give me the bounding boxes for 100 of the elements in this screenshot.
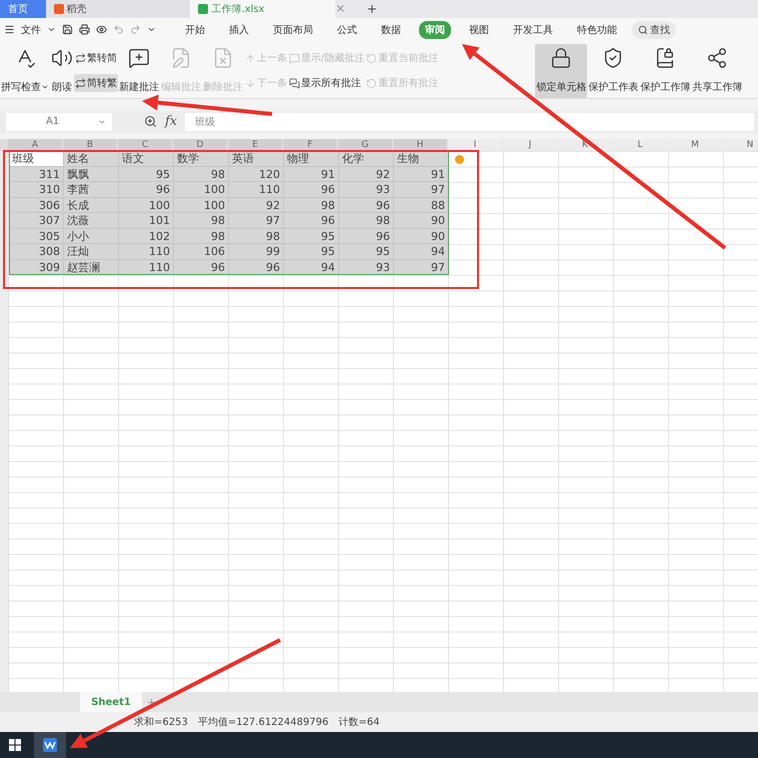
table-cell: 305 [9, 228, 64, 244]
column-header[interactable]: E [228, 138, 283, 152]
table-cell: 88 [394, 198, 449, 214]
table-cell: 100 [174, 198, 229, 214]
ribbon-tab[interactable]: 数据 [375, 20, 407, 39]
document-tab[interactable]: 工作簿.xlsx [190, 0, 336, 18]
comment-icon [289, 52, 300, 64]
column-header[interactable]: A [8, 138, 63, 152]
ribbon-tab[interactable]: 审阅 [419, 20, 451, 39]
ribbon-button[interactable]: 拼写检查 [0, 44, 50, 98]
table-cell: 98 [174, 213, 229, 229]
table-cell: 96 [339, 198, 394, 214]
lock-icon [550, 46, 572, 69]
ribbon-button[interactable]: 繁转简 [74, 49, 118, 68]
column-header[interactable]: N [723, 138, 758, 152]
table-cell: 小小 [64, 228, 119, 244]
table-cell: 96 [284, 182, 339, 198]
table-cell: 308 [9, 244, 64, 260]
table-cell: 96 [339, 228, 394, 244]
table-cell: 飘飘 [64, 166, 119, 182]
zoom-icon[interactable] [144, 115, 157, 128]
table-cell: 99 [229, 244, 284, 260]
preview-icon[interactable] [96, 24, 107, 36]
ribbon-button[interactable]: 新建批注 [118, 44, 160, 98]
convert-icon [75, 52, 86, 64]
ribbon-button[interactable]: 保护工作簿 [639, 44, 692, 98]
ribbon-button[interactable]: 共享工作簿 [691, 44, 744, 98]
ribbon-button[interactable]: 保护工作表 [587, 44, 640, 98]
column-header[interactable]: I [448, 138, 503, 152]
table-cell: 101 [119, 213, 174, 229]
status-text: 求和=6253 [134, 716, 188, 730]
table-cell: 100 [174, 182, 229, 198]
table-cell: 95 [339, 244, 394, 260]
column-header[interactable]: D [173, 138, 228, 152]
ribbon-tab[interactable]: 插入 [223, 20, 255, 39]
table-cell: 102 [119, 228, 174, 244]
table-cell: 106 [174, 244, 229, 260]
ribbon-tab[interactable]: 公式 [331, 20, 363, 39]
table-cell: 英语 [229, 151, 284, 167]
formula-field[interactable]: 班级 [185, 112, 754, 131]
document-tab[interactable]: 首页 [0, 0, 46, 18]
app-logo-icon [43, 738, 57, 752]
table-cell: 物理 [284, 151, 339, 167]
ribbon-tab[interactable]: 页面布局 [267, 20, 319, 39]
table-cell: 94 [394, 244, 449, 260]
table-cell: 91 [284, 166, 339, 182]
status-text: 计数=64 [338, 716, 380, 730]
column-header[interactable]: L [613, 138, 668, 152]
save-icon[interactable] [62, 24, 73, 36]
ribbon-tab[interactable]: 开始 [179, 20, 211, 39]
column-header[interactable]: C [118, 138, 173, 152]
function-label[interactable]: fx [165, 114, 178, 130]
new-tab-icon[interactable] [366, 2, 378, 15]
column-header[interactable]: G [338, 138, 393, 152]
table-cell: 98 [339, 213, 394, 229]
table-cell: 95 [284, 228, 339, 244]
table-cell: 311 [9, 166, 64, 182]
table-cell: 97 [394, 182, 449, 198]
table-cell: 110 [119, 244, 174, 260]
table-cell: 100 [119, 198, 174, 214]
table-cell: 95 [119, 166, 174, 182]
taskbar-app[interactable] [34, 732, 66, 758]
printer-icon[interactable] [79, 24, 90, 36]
column-header[interactable]: F [283, 138, 338, 152]
ribbon-tab[interactable]: 特色功能 [571, 20, 623, 39]
table-cell: 化学 [339, 151, 394, 167]
share-icon [706, 46, 728, 69]
table-cell: 沈薇 [64, 213, 119, 229]
name-box[interactable]: A1 [6, 112, 112, 131]
ribbon-button[interactable]: 朗读 [50, 44, 74, 98]
windows-logo-icon[interactable] [9, 739, 21, 752]
table-cell: 120 [229, 166, 284, 182]
table-cell: 90 [394, 213, 449, 229]
table-cell: 93 [339, 182, 394, 198]
ribbon-tab[interactable]: 开发工具 [507, 20, 559, 39]
search-icon [638, 24, 648, 35]
table-cell: 98 [174, 228, 229, 244]
menu-icon[interactable] [4, 24, 15, 36]
table-cell: 96 [119, 182, 174, 198]
ribbon-tab[interactable]: 视图 [463, 20, 495, 39]
reset-icon [366, 52, 378, 64]
column-header[interactable]: B [63, 138, 118, 152]
column-header[interactable]: H [393, 138, 448, 152]
column-header[interactable]: J [503, 138, 558, 152]
search-field[interactable]: 查找 [632, 20, 676, 39]
file-menu[interactable]: 文件 [21, 22, 41, 37]
table-cell: 97 [229, 213, 284, 229]
document-tab[interactable]: 稻壳 [46, 0, 190, 18]
ribbon-button[interactable]: 显示所有批注 [288, 74, 366, 92]
close-icon[interactable] [335, 3, 346, 14]
table-cell: 98 [174, 166, 229, 182]
spreadsheet-icon [198, 4, 208, 14]
table-cell: 生物 [394, 151, 449, 167]
ribbon-button[interactable]: 简转繁 [74, 74, 118, 92]
sheet-tab[interactable]: Sheet1 [80, 692, 142, 712]
table-cell: 98 [284, 198, 339, 214]
table-cell: 92 [339, 166, 394, 182]
ribbon-button[interactable]: 锁定单元格 [535, 44, 588, 98]
comments-icon [289, 78, 300, 89]
column-header[interactable]: M [668, 138, 723, 152]
